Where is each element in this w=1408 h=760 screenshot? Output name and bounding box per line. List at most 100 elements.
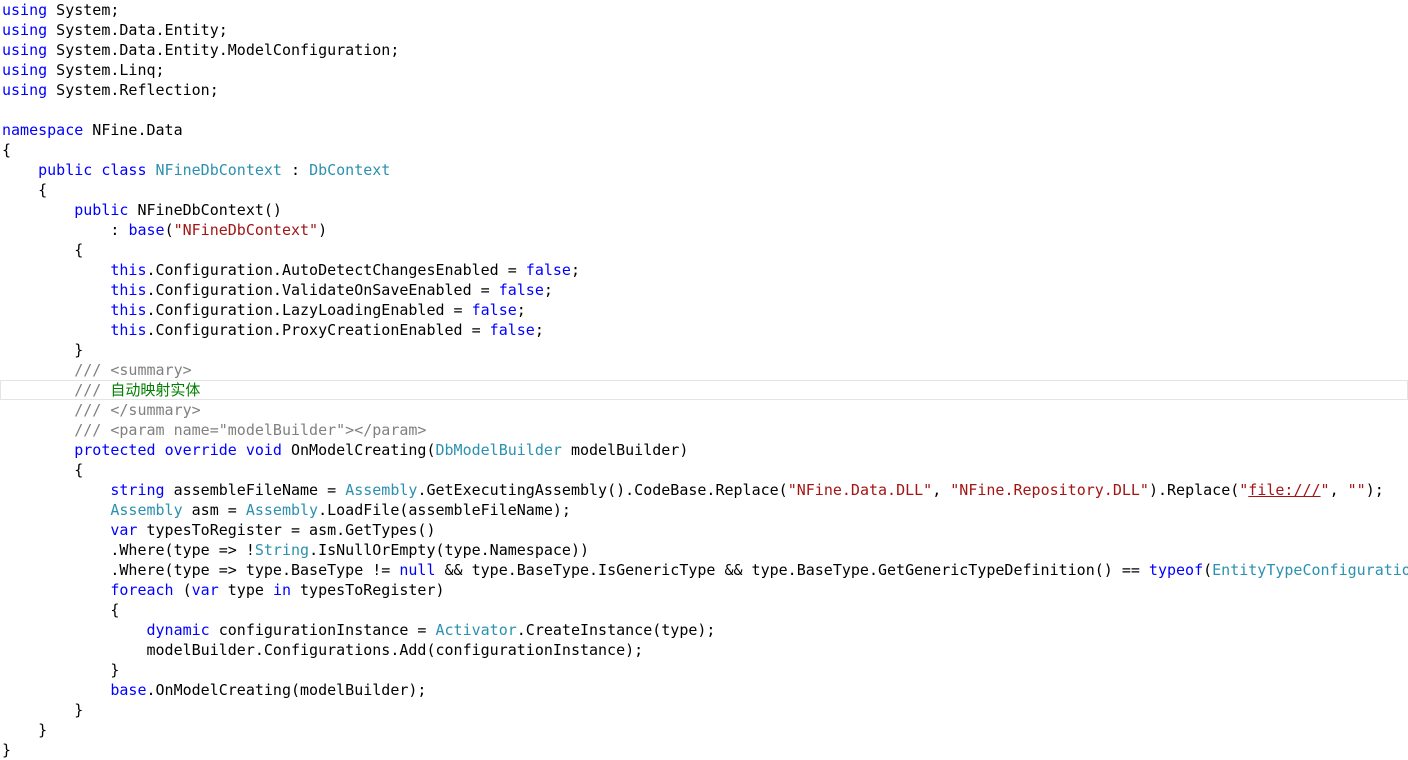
keyword-token: override [164,441,237,459]
code-text: , [932,481,951,499]
code-line[interactable] [0,100,1408,120]
code-line[interactable]: base.OnModelCreating(modelBuilder); [0,680,1408,700]
doc-comment-token: /// <summary> [74,361,192,379]
code-text: { [2,601,120,619]
code-line[interactable]: } [0,660,1408,680]
keyword-token: false [525,261,571,279]
code-text: { [2,461,84,479]
url-token: file:/// [1248,481,1321,499]
code-line[interactable]: this.Configuration.LazyLoadingEnabled = … [0,300,1408,320]
code-line[interactable]: using System.Data.Entity.ModelConfigurat… [0,40,1408,60]
code-line[interactable]: { [0,140,1408,160]
code-line[interactable]: Assembly asm = Assembly.LoadFile(assembl… [0,500,1408,520]
code-line[interactable]: using System.Data.Entity; [0,20,1408,40]
type-token: NFineDbContext [155,161,282,179]
code-text: configurationInstance = [209,621,436,639]
code-line[interactable]: using System.Linq; [0,60,1408,80]
code-line[interactable]: .Where(type => !String.IsNullOrEmpty(typ… [0,540,1408,560]
code-line[interactable]: /// 自动映射实体 [0,380,1408,400]
keyword-token: using [2,41,48,59]
type-token: Activator [435,621,517,639]
code-line[interactable]: /// </summary> [0,400,1408,420]
code-text: : [2,221,129,239]
code-line[interactable]: /// <param name="modelBuilder"></param> [0,420,1408,440]
code-line[interactable]: this.Configuration.ValidateOnSaveEnabled… [0,280,1408,300]
code-text: modelBuilder) [561,441,689,459]
code-editor[interactable]: using System; using System.Data.Entity; us… [0,0,1408,760]
keyword-token: null [399,561,436,579]
code-line[interactable]: dynamic configurationInstance = Activato… [0,620,1408,640]
code-text: } [2,701,84,719]
keyword-token: using [2,21,48,39]
code-line[interactable]: foreach (var type in typesToRegister) [0,580,1408,600]
code-line[interactable]: } [0,700,1408,720]
code-text: , [1329,481,1348,499]
keyword-token: dynamic [146,621,210,639]
keyword-token: void [245,441,282,459]
code-text: assembleFileName = [164,481,346,499]
code-text: ( [1203,561,1213,579]
code-text: .OnModelCreating(modelBuilder); [146,681,427,699]
code-line[interactable]: this.Configuration.ProxyCreationEnabled … [0,320,1408,340]
code-line[interactable]: /// <summary> [0,360,1408,380]
code-line[interactable]: this.Configuration.AutoDetectChangesEnab… [0,260,1408,280]
code-line[interactable]: { [0,460,1408,480]
code-line[interactable]: } [0,340,1408,360]
code-line[interactable]: string assembleFileName = Assembly.GetEx… [0,480,1408,500]
code-line[interactable]: modelBuilder.Configurations.Add(configur… [0,640,1408,660]
code-text: System; [47,1,120,19]
string-token: "" [1347,481,1366,499]
code-line[interactable]: namespace NFine.Data [0,120,1408,140]
code-line[interactable]: } [0,740,1408,760]
code-line[interactable]: { [0,240,1408,260]
string-token: "NFineDbContext" [173,221,319,239]
code-line[interactable]: : base("NFineDbContext") [0,220,1408,240]
keyword-token: var [110,521,138,539]
string-token: " [1239,481,1249,499]
code-line[interactable]: using System.Reflection; [0,80,1408,100]
keyword-token: foreach [110,581,174,599]
keyword-token: typeof [1148,561,1204,579]
code-text: .IsNullOrEmpty(type.Namespace)) [309,541,590,559]
code-line[interactable]: public class NFineDbContext : DbContext [0,160,1408,180]
keyword-token: this [110,301,147,319]
keyword-token: public [74,201,129,219]
type-token: DbContext [309,161,391,179]
code-line[interactable]: { [0,180,1408,200]
code-text: .Configuration.LazyLoadingEnabled = [146,301,472,319]
code-text: .CreateInstance(type); [516,621,716,639]
code-text: : [281,161,310,179]
code-line[interactable]: public NFineDbContext() [0,200,1408,220]
code-text: ( [173,581,192,599]
code-text: ( [164,221,174,239]
code-text: System.Reflection; [47,81,219,99]
code-line[interactable]: } [0,720,1408,740]
code-line[interactable]: using System; [0,0,1408,20]
code-text: } [2,661,120,679]
code-text: .Configuration.ProxyCreationEnabled = [146,321,490,339]
string-token: " [1320,481,1330,499]
code-line[interactable]: .Where(type => type.BaseType != null && … [0,560,1408,580]
keyword-token: this [110,281,147,299]
code-line[interactable]: { [0,600,1408,620]
code-line[interactable]: var typesToRegister = asm.GetTypes() [0,520,1408,540]
code-line[interactable]: protected override void OnModelCreating(… [0,440,1408,460]
keyword-token: in [272,581,291,599]
code-text: .Configuration.ValidateOnSaveEnabled = [146,281,499,299]
code-text: .LoadFile(assembleFileName); [318,501,571,519]
string-token: "NFine.Data.DLL" [787,481,933,499]
code-text: } [2,721,48,739]
code-text: && type.BaseType.IsGenericType && type.B… [435,561,1149,579]
code-text: ) [318,221,328,239]
code-text: type [218,581,273,599]
